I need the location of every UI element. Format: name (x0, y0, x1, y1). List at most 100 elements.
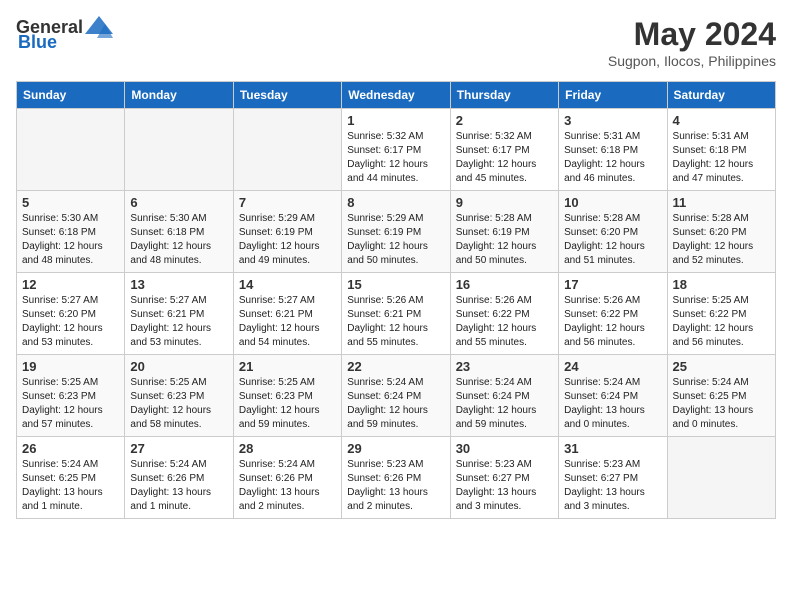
day-number: 17 (564, 277, 661, 292)
day-info-line: Daylight: 13 hours (239, 487, 320, 498)
day-info-line: Sunrise: 5:24 AM (22, 459, 98, 470)
day-info-line: and 0 minutes. (564, 419, 630, 430)
logo-blue: Blue (18, 32, 57, 53)
day-info-line: Sunrise: 5:26 AM (347, 295, 423, 306)
day-info: Sunrise: 5:25 AMSunset: 6:23 PMDaylight:… (239, 376, 336, 432)
day-info-line: and 50 minutes. (456, 255, 527, 266)
calendar-cell: 25Sunrise: 5:24 AMSunset: 6:25 PMDayligh… (667, 355, 775, 437)
calendar-cell: 12Sunrise: 5:27 AMSunset: 6:20 PMDayligh… (17, 273, 125, 355)
day-info-line: and 1 minute. (22, 501, 83, 512)
day-info: Sunrise: 5:24 AMSunset: 6:24 PMDaylight:… (456, 376, 553, 432)
day-info-line: Daylight: 13 hours (673, 405, 754, 416)
calendar-cell: 22 Sunrise: 5:24 AM Sunset: 6:24 PM Dayligh… (342, 355, 450, 437)
day-info-line: Sunset: 6:24 PM (347, 391, 421, 402)
day-number: 9 (456, 195, 553, 210)
day-info-line: Sunset: 6:20 PM (673, 227, 747, 238)
column-header-monday: Monday (125, 82, 233, 109)
day-info-line: Daylight: 13 hours (564, 405, 645, 416)
day-info-line: and 54 minutes. (239, 337, 310, 348)
calendar-cell (17, 109, 125, 191)
day-info-line: and 51 minutes. (564, 255, 635, 266)
day-info-line: and 48 minutes. (130, 255, 201, 266)
calendar-cell: 23Sunrise: 5:24 AMSunset: 6:24 PMDayligh… (450, 355, 558, 437)
day-number: 30 (456, 441, 553, 456)
day-info-line: and 47 minutes. (673, 173, 744, 184)
calendar-cell: 16Sunrise: 5:26 AMSunset: 6:22 PMDayligh… (450, 273, 558, 355)
day-info-line: Daylight: 12 hours (673, 323, 754, 334)
day-info: Sunrise: 5:31 AMSunset: 6:18 PMDaylight:… (673, 130, 770, 186)
day-info-line: Daylight: 12 hours (347, 323, 428, 334)
day-info-line: Daylight: 12 hours (22, 323, 103, 334)
day-info-line: Daylight: 12 hours (239, 323, 320, 334)
calendar-cell: 19Sunrise: 5:25 AMSunset: 6:23 PMDayligh… (17, 355, 125, 437)
day-number: 22 (347, 359, 444, 374)
day-number: 14 (239, 277, 336, 292)
day-info-line: and 58 minutes. (130, 419, 201, 430)
logo: General Blue (16, 16, 111, 53)
day-info-line: Daylight: 12 hours (347, 405, 428, 416)
day-info: Sunrise: 5:24 AMSunset: 6:24 PMDaylight:… (564, 376, 661, 432)
day-info-line: Sunset: 6:26 PM (347, 473, 421, 484)
day-info-line: Sunset: 6:24 PM (564, 391, 638, 402)
calendar-cell: 6 Sunrise: 5:30 AMSunset: 6:18 PMDaylight… (125, 191, 233, 273)
day-number: 7 (239, 195, 336, 210)
week-row-4: 19Sunrise: 5:25 AMSunset: 6:23 PMDayligh… (17, 355, 776, 437)
day-info-line: Daylight: 12 hours (564, 159, 645, 170)
day-info-line: Sunset: 6:17 PM (347, 145, 421, 156)
calendar-cell: 2Sunrise: 5:32 AMSunset: 6:17 PMDaylight… (450, 109, 558, 191)
logo-icon (85, 16, 113, 38)
day-info-line: Daylight: 12 hours (239, 405, 320, 416)
day-number: 11 (673, 195, 770, 210)
day-info: Sunrise: 5:30 AMSunset: 6:18 PMDaylight:… (130, 212, 227, 268)
calendar-cell: 9Sunrise: 5:28 AMSunset: 6:19 PMDaylight… (450, 191, 558, 273)
day-number: 3 (564, 113, 661, 128)
day-info-line: Sunset: 6:22 PM (564, 309, 638, 320)
calendar-cell: 13Sunrise: 5:27 AMSunset: 6:21 PMDayligh… (125, 273, 233, 355)
day-info-line: Sunset: 6:23 PM (22, 391, 96, 402)
day-info-line: and 46 minutes. (564, 173, 635, 184)
day-info-line: Daylight: 13 hours (564, 487, 645, 498)
day-number: 24 (564, 359, 661, 374)
week-row-3: 12Sunrise: 5:27 AMSunset: 6:20 PMDayligh… (17, 273, 776, 355)
day-info-line: Daylight: 12 hours (22, 241, 103, 252)
day-info-line: Sunrise: 5:23 AM (456, 459, 532, 470)
day-number: 6 (130, 195, 227, 210)
day-info-line: Sunrise: 5:25 AM (673, 295, 749, 306)
day-info-line: and 45 minutes. (456, 173, 527, 184)
column-header-tuesday: Tuesday (233, 82, 341, 109)
day-info-line: Daylight: 12 hours (673, 241, 754, 252)
week-row-5: 26Sunrise: 5:24 AMSunset: 6:25 PMDayligh… (17, 437, 776, 519)
day-info-line: and 55 minutes. (456, 337, 527, 348)
day-number: 15 (347, 277, 444, 292)
day-info-line: Sunset: 6:21 PM (130, 309, 204, 320)
day-info-line: Sunset: 6:19 PM (239, 227, 313, 238)
calendar-cell: 7Sunrise: 5:29 AMSunset: 6:19 PMDaylight… (233, 191, 341, 273)
day-info-line: Daylight: 13 hours (456, 487, 537, 498)
day-info-line: and 56 minutes. (564, 337, 635, 348)
day-info-line: and 59 minutes. (239, 419, 310, 430)
day-info-line: Sunrise: 5:30 AM (130, 213, 206, 224)
calendar-cell: 1Sunrise: 5:32 AMSunset: 6:17 PMDaylight… (342, 109, 450, 191)
day-info-line: Daylight: 13 hours (22, 487, 103, 498)
day-info-line: Daylight: 13 hours (347, 487, 428, 498)
day-info-line: and 3 minutes. (564, 501, 630, 512)
calendar-cell (667, 437, 775, 519)
day-info-line: Daylight: 12 hours (456, 405, 537, 416)
day-info-line: Sunrise: 5:25 AM (130, 377, 206, 388)
calendar-cell: 18Sunrise: 5:25 AMSunset: 6:22 PMDayligh… (667, 273, 775, 355)
day-info: Sunrise: 5:25 AMSunset: 6:23 PMDaylight:… (130, 376, 227, 432)
day-number: 16 (456, 277, 553, 292)
column-header-thursday: Thursday (450, 82, 558, 109)
day-info: Sunrise: 5:32 AMSunset: 6:17 PMDaylight:… (456, 130, 553, 186)
day-info-line: Daylight: 12 hours (673, 159, 754, 170)
day-info-line: Sunrise: 5:24 AM (347, 377, 423, 388)
day-info-line: Sunset: 6:18 PM (564, 145, 638, 156)
day-info-line: Sunrise: 5:24 AM (456, 377, 532, 388)
day-number: 21 (239, 359, 336, 374)
column-header-wednesday: Wednesday (342, 82, 450, 109)
week-row-2: 5Sunrise: 5:30 AMSunset: 6:18 PMDaylight… (17, 191, 776, 273)
day-info-line: Sunrise: 5:27 AM (130, 295, 206, 306)
day-info-line: Sunrise: 5:32 AM (456, 131, 532, 142)
calendar-cell: 20Sunrise: 5:25 AMSunset: 6:23 PMDayligh… (125, 355, 233, 437)
day-info-line: Daylight: 12 hours (564, 241, 645, 252)
